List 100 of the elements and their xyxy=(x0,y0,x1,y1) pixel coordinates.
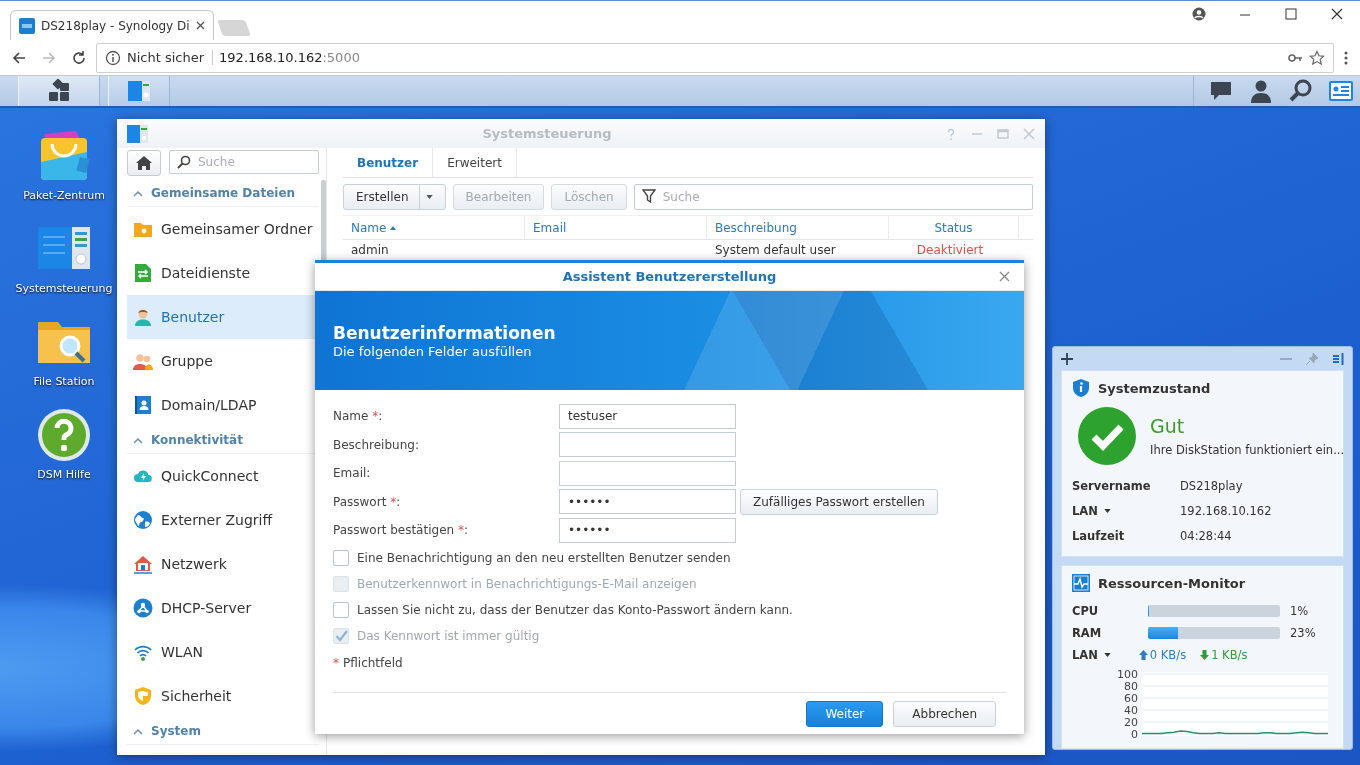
column-header[interactable]: Email xyxy=(525,216,707,239)
desktop-icon-label[interactable]: DSM Hilfe xyxy=(12,467,116,482)
widget-title: Ressourcen-Monitor xyxy=(1098,575,1246,591)
filter-field[interactable]: Suche xyxy=(633,184,1033,210)
chevron-icon xyxy=(133,727,143,735)
control-panel-icon xyxy=(127,79,151,103)
column-header[interactable]: Name xyxy=(343,216,525,239)
browser-tab[interactable]: DS218play - Synology Di xyxy=(10,10,214,40)
caret-icon xyxy=(1103,653,1111,657)
info-label[interactable]: LAN xyxy=(1072,503,1098,518)
column-header[interactable]: Status xyxy=(889,216,1019,239)
url-host: 192.168.10.162 xyxy=(219,50,323,65)
legend-text: Pflichtfeld xyxy=(343,655,403,670)
sidebar-item[interactable]: WLAN xyxy=(127,630,319,674)
control-panel-taskbar-button[interactable] xyxy=(108,76,170,106)
people-icon xyxy=(133,351,153,371)
widgets-icon[interactable] xyxy=(1328,78,1354,104)
info-value: DS218play xyxy=(1180,478,1244,493)
info-label: Servername xyxy=(1072,478,1151,493)
user-icon[interactable] xyxy=(1248,78,1274,104)
pulse-icon xyxy=(1072,574,1090,592)
search-icon xyxy=(177,155,191,169)
checkbox[interactable] xyxy=(333,549,349,566)
meter-reading: 23% xyxy=(1289,626,1317,640)
site-icon xyxy=(19,17,35,34)
meter-reading: 1% xyxy=(1289,604,1310,618)
banner-subheading: Die folgenden Felder ausfüllen xyxy=(333,344,533,359)
field-label: Email: xyxy=(333,466,372,481)
checkbox-label: Eine Benachrichtigung an den neu erstellten Benutzer senden xyxy=(357,550,731,565)
required-mark: * xyxy=(333,655,339,670)
input-field[interactable]: testuser xyxy=(559,403,736,429)
caret-icon xyxy=(1103,508,1111,513)
main-menu-button[interactable] xyxy=(18,76,100,106)
sidebar-item[interactable]: Netzwerk xyxy=(127,542,319,586)
meter-label: CPU xyxy=(1072,604,1100,618)
input-field[interactable]: •••••• xyxy=(559,517,736,543)
sidebar-item[interactable]: Gemeinsamer Ordner xyxy=(127,207,319,251)
field-label: Passwort *: xyxy=(333,494,402,509)
field-label: Beschreibung: xyxy=(333,437,420,452)
filter-icon xyxy=(641,189,656,203)
table-cell-text: System default user xyxy=(714,242,837,257)
chevron-icon xyxy=(133,436,143,444)
document-icon xyxy=(133,263,153,283)
tick-label: 40 xyxy=(1124,704,1138,717)
section-header[interactable]: Gemeinsame Dateien xyxy=(127,180,319,207)
sidebar-item[interactable]: Sicherheit xyxy=(127,674,319,718)
arrow-down-icon xyxy=(1200,650,1210,660)
cancel-button[interactable]: Abbrechen xyxy=(893,700,996,727)
health-status: Gut xyxy=(1150,415,1186,437)
arrow-up-icon xyxy=(1138,650,1148,660)
close-icon[interactable] xyxy=(999,271,1010,282)
close-icon[interactable] xyxy=(195,21,205,30)
help-icon[interactable] xyxy=(36,407,92,463)
info-value: 192.168.10.162 xyxy=(1180,503,1273,518)
checkbox[interactable] xyxy=(333,601,349,618)
info-icon[interactable] xyxy=(105,49,121,66)
tick-label: 80 xyxy=(1124,680,1138,693)
grid-icon xyxy=(47,79,71,103)
sidebar-item[interactable]: QuickConnect xyxy=(127,454,319,498)
input-field[interactable] xyxy=(559,460,736,486)
address-bar[interactable]: Nicht sicher 192.168.10.162:5000 xyxy=(96,42,1334,73)
sidebar-item[interactable]: Externer Zugriff xyxy=(127,498,319,542)
tick-label: 20 xyxy=(1124,716,1138,729)
column-header[interactable]: Beschreibung xyxy=(707,216,889,239)
status-cell-text: Deaktiviert xyxy=(915,242,985,257)
globe-icon xyxy=(133,510,153,530)
generate-password-button[interactable]: Zufälliges Passwort erstellen xyxy=(740,488,938,515)
sidebar-toggle-icon[interactable] xyxy=(1332,352,1344,365)
table-cell-text: admin xyxy=(350,242,390,257)
add-icon[interactable] xyxy=(1061,352,1073,365)
sidebar-item[interactable]: DHCP-Server xyxy=(127,586,319,630)
window-title: Systemsteuerung xyxy=(481,126,613,141)
desktop-icon-label[interactable]: File Station xyxy=(12,374,116,389)
control-panel-icon xyxy=(127,123,149,144)
network-label[interactable]: LAN xyxy=(1072,648,1098,662)
star-icon[interactable] xyxy=(1309,49,1325,66)
checkbox-label: Benutzerkennwort in Benachrichtigungs-E-Mail anzeigen xyxy=(357,576,697,591)
health-message: Ihre DiskStation funktioniert ein... xyxy=(1150,443,1345,457)
info-label: Laufzeit xyxy=(1072,528,1125,543)
download-rate: 1 KB/s xyxy=(1211,648,1248,662)
search-icon[interactable] xyxy=(1288,78,1314,104)
widget-title: Systemzustand xyxy=(1098,380,1211,396)
home-button[interactable] xyxy=(127,150,161,176)
sidebar-item[interactable]: Gruppe xyxy=(127,339,319,383)
sidebar-item[interactable]: Dateidienste xyxy=(127,251,319,295)
url-port: :5000 xyxy=(322,50,360,65)
upload-rate: 0 KB/s xyxy=(1149,648,1187,662)
search-field[interactable]: Suche xyxy=(169,150,319,174)
chevron-icon xyxy=(133,189,143,197)
input-field[interactable] xyxy=(559,432,736,458)
house-icon xyxy=(133,554,153,574)
field-label: Passwort bestätigen *: xyxy=(333,523,469,538)
toolbar-button[interactable]: Erstellen xyxy=(343,184,446,210)
tab[interactable]: Erweitert xyxy=(433,148,517,177)
desktop-icon-label[interactable]: Systemsteuerung xyxy=(12,281,116,296)
sidebar-item[interactable]: Domain/LDAP xyxy=(127,383,319,427)
input-field[interactable]: •••••• xyxy=(559,489,736,515)
tab[interactable]: Benutzer xyxy=(343,148,434,177)
desktop-icon-label[interactable]: Paket-Zentrum xyxy=(12,188,116,203)
security-label: Nicht sicher xyxy=(127,50,214,65)
